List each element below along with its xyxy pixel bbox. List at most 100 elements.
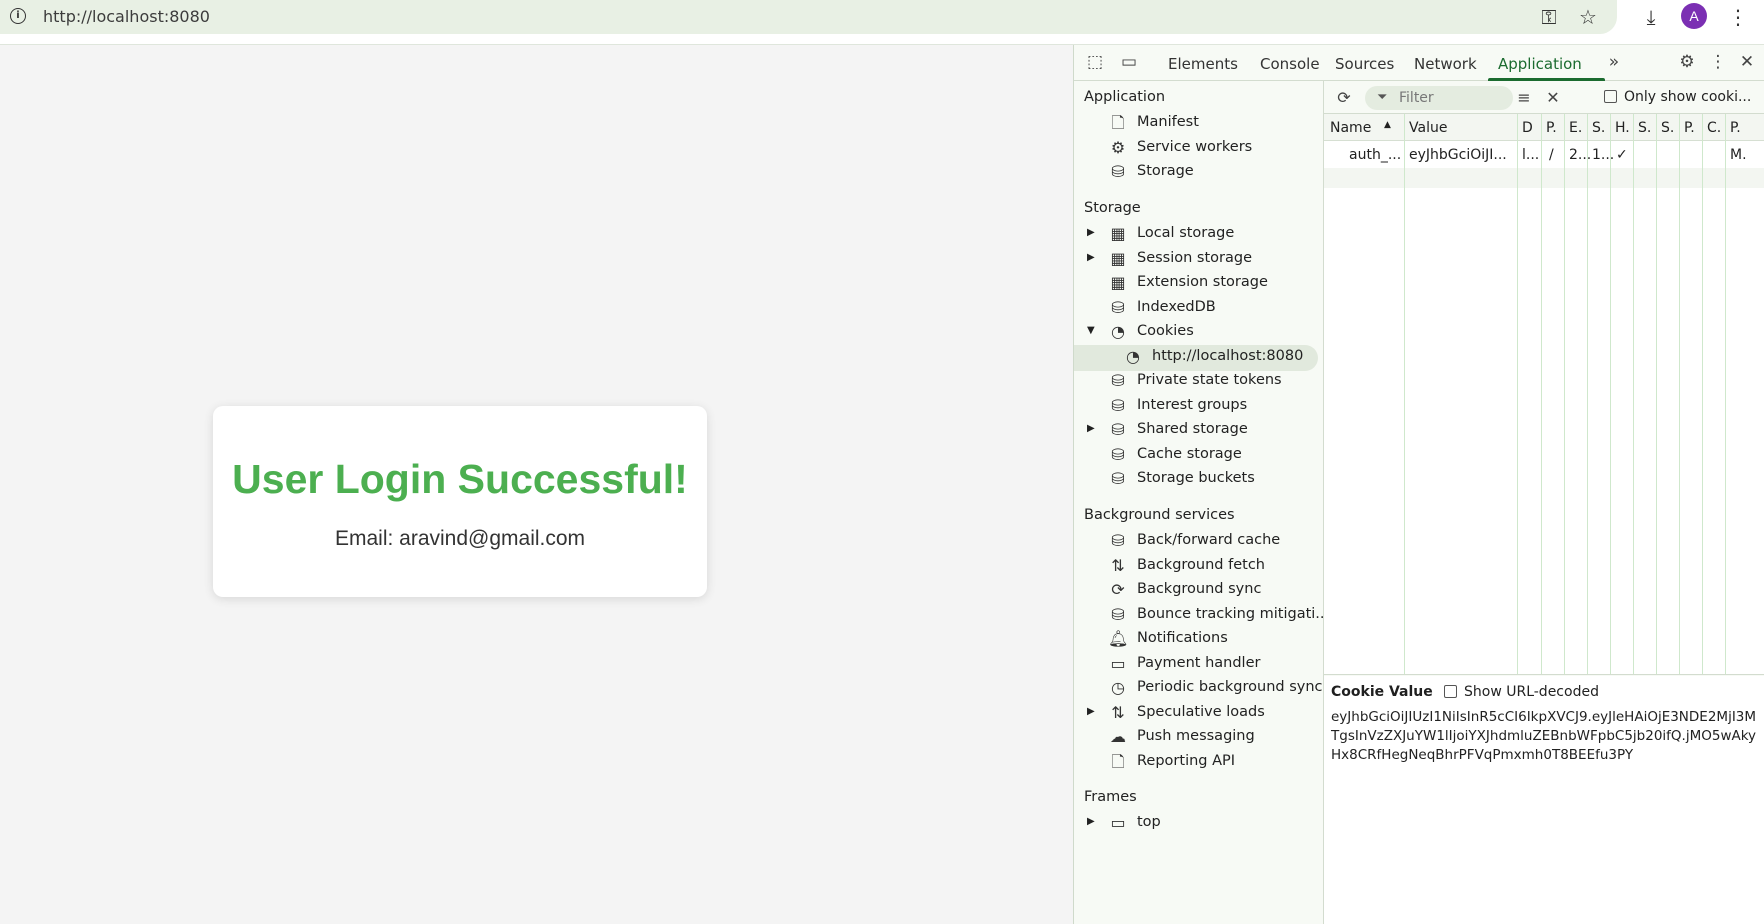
cookie-icon: ◔	[1111, 322, 1125, 341]
devtools-toolbar: ⬚ ▭ Elements Console Sources Network App…	[1074, 45, 1764, 81]
sidebar-item-session-storage[interactable]: ▶ ▦ Session storage	[1074, 247, 1323, 273]
gears-icon: ⚙	[1110, 138, 1126, 157]
cookie-value-title: Cookie Value	[1331, 684, 1433, 700]
sidebar-item-service-workers[interactable]: ⚙ Service workers	[1074, 136, 1323, 162]
show-url-decoded-checkbox[interactable]: Show URL-decoded	[1444, 684, 1599, 700]
column-header-size[interactable]: S.	[1592, 120, 1605, 136]
expand-arrow-icon[interactable]: ▶	[1087, 706, 1095, 717]
checkbox-box[interactable]	[1444, 685, 1457, 698]
tab-console[interactable]: Console	[1260, 55, 1320, 73]
sidebar-item-push-messaging[interactable]: ☁ Push messaging	[1074, 725, 1323, 751]
column-header-partition-key[interactable]: P.	[1684, 120, 1695, 136]
column-header-domain[interactable]: D	[1522, 120, 1533, 136]
sidebar-item-storage-buckets[interactable]: ⛁ Storage buckets	[1074, 467, 1323, 493]
column-header-samesite[interactable]: S.	[1661, 120, 1674, 136]
sync-icon: ⟳	[1111, 580, 1125, 599]
database-icon: ⛁	[1111, 420, 1125, 439]
expand-arrow-icon[interactable]: ▶	[1087, 423, 1095, 434]
email-text: Email: aravind@gmail.com	[334, 527, 586, 550]
sidebar-item-cookie-origin[interactable]: ◔ http://localhost:8080	[1074, 345, 1318, 371]
table-icon: ▦	[1110, 249, 1126, 268]
sidebar-item-interest-groups[interactable]: ⛁ Interest groups	[1074, 394, 1323, 420]
download-icon[interactable]: ⤓	[1637, 3, 1665, 31]
cookies-table: Name ▲ Value D P. E. S. H. S. S. P. C. P…	[1324, 114, 1764, 675]
section-background-services: Background services	[1084, 507, 1235, 523]
column-header-secure[interactable]: S.	[1638, 120, 1651, 136]
tab-sources[interactable]: Sources	[1335, 55, 1394, 73]
sidebar-item-background-sync[interactable]: ⟳ Background sync	[1074, 578, 1323, 604]
sidebar-item-shared-storage[interactable]: ▶ ⛁ Shared storage	[1074, 418, 1323, 444]
sidebar-item-frame-top[interactable]: ▶ ▭ top	[1074, 811, 1323, 837]
sidebar-item-back-forward-cache[interactable]: ⛁ Back/forward cache	[1074, 529, 1323, 555]
only-show-issues-checkbox[interactable]: Only show cooki...	[1604, 89, 1751, 105]
database-icon: ⛁	[1111, 162, 1125, 181]
sidebar-item-reporting-api[interactable]: 🗋 Reporting API	[1074, 750, 1323, 776]
column-header-name[interactable]: Name	[1330, 120, 1385, 136]
clear-all-icon[interactable]: ✕	[1541, 86, 1565, 110]
database-icon: ⛁	[1111, 298, 1125, 317]
profile-avatar[interactable]: A	[1681, 3, 1707, 29]
column-header-cross-site[interactable]: C.	[1707, 120, 1721, 136]
clear-filtered-icon[interactable]: ≡	[1512, 86, 1536, 110]
sidebar-item-private-state-tokens[interactable]: ⛁ Private state tokens	[1074, 369, 1323, 395]
expand-arrow-icon[interactable]: ▶	[1087, 816, 1095, 827]
close-devtools-icon[interactable]: ✕	[1735, 50, 1759, 74]
sidebar-item-payment-handler[interactable]: ▭ Payment handler	[1074, 652, 1323, 678]
info-icon[interactable]: i	[10, 8, 26, 24]
sort-ascending-icon[interactable]: ▲	[1384, 120, 1391, 130]
address-bar[interactable]: i http://localhost:8080 ⚿ ☆	[0, 0, 1617, 34]
sidebar-item-background-fetch[interactable]: ⇅ Background fetch	[1074, 554, 1323, 580]
table-row[interactable]: auth_... eyJhbGciOiJI... l... / 2... 1..…	[1324, 141, 1764, 168]
filter-box[interactable]: ⏷	[1365, 86, 1513, 110]
tab-network[interactable]: Network	[1414, 55, 1477, 73]
column-header-priority[interactable]: P.	[1730, 120, 1741, 136]
sidebar-item-cache-storage[interactable]: ⛁ Cache storage	[1074, 443, 1323, 469]
database-icon: ⛁	[1111, 531, 1125, 550]
checkbox-box[interactable]	[1604, 90, 1617, 103]
sidebar-item-notifications[interactable]: 🔔︎ Notifications	[1074, 627, 1323, 653]
column-divider	[1725, 114, 1726, 674]
inspect-element-icon[interactable]: ⬚	[1083, 50, 1107, 74]
device-toolbar-icon[interactable]: ▭	[1117, 50, 1141, 74]
more-tabs-icon[interactable]: »	[1602, 50, 1626, 74]
expand-arrow-icon[interactable]: ▶	[1087, 227, 1095, 238]
address-url[interactable]: http://localhost:8080	[43, 7, 210, 26]
column-header-httponly[interactable]: H.	[1615, 120, 1630, 136]
key-icon[interactable]: ⚿	[1536, 5, 1562, 29]
filter-input[interactable]	[1399, 89, 1507, 107]
sidebar-item-storage-overview[interactable]: ⛁ Storage	[1074, 160, 1323, 186]
tab-application[interactable]: Application	[1498, 55, 1582, 73]
refresh-icon[interactable]: ⟳	[1332, 86, 1356, 110]
bell-icon: 🔔︎	[1108, 629, 1129, 648]
success-heading: User Login Successful!	[232, 456, 688, 502]
column-divider	[1633, 114, 1634, 674]
sidebar-item-manifest[interactable]: 🗋 Manifest	[1074, 111, 1323, 137]
credit-card-icon: ▭	[1110, 654, 1126, 673]
sidebar-item-local-storage[interactable]: ▶ ▦ Local storage	[1074, 222, 1323, 248]
sidebar-item-indexeddb[interactable]: ⛁ IndexedDB	[1074, 296, 1323, 322]
tab-elements[interactable]: Elements	[1168, 55, 1238, 73]
column-header-path[interactable]: P.	[1546, 120, 1557, 136]
database-icon: ⛁	[1111, 371, 1125, 390]
sidebar-item-speculative-loads[interactable]: ▶ ⇅ Speculative loads	[1074, 701, 1323, 727]
devtools-menu-icon[interactable]: ⋮	[1706, 50, 1730, 74]
database-icon: ⛁	[1111, 396, 1125, 415]
cell-name: auth_...	[1349, 147, 1402, 163]
column-divider	[1656, 114, 1657, 674]
column-header-value[interactable]: Value	[1409, 120, 1509, 136]
browser-toolbar: i http://localhost:8080 ⚿ ☆ ⤓ A ⋮	[0, 0, 1764, 45]
sidebar-item-cookies[interactable]: ▼ ◔ Cookies	[1074, 320, 1323, 346]
sidebar-item-bounce-tracking[interactable]: ⛁ Bounce tracking mitigati...	[1074, 603, 1323, 629]
sidebar-item-periodic-background-sync[interactable]: ◷ Periodic background sync	[1074, 676, 1323, 702]
sidebar-item-extension-storage[interactable]: ▦ Extension storage	[1074, 271, 1323, 297]
collapse-arrow-icon[interactable]: ▼	[1087, 325, 1095, 336]
up-down-arrows-icon: ⇅	[1111, 556, 1125, 575]
star-icon[interactable]: ☆	[1575, 5, 1601, 29]
menu-kebab-icon[interactable]: ⋮	[1724, 3, 1752, 31]
application-sidebar: Application 🗋 Manifest ⚙ Service workers…	[1074, 81, 1324, 924]
expand-arrow-icon[interactable]: ▶	[1087, 252, 1095, 263]
settings-gear-icon[interactable]: ⚙	[1675, 50, 1699, 74]
cookie-value-text[interactable]: eyJhbGciOiJIUzI1NiIsInR5cCI6IkpXVCJ9.eyJ…	[1331, 708, 1763, 765]
column-divider	[1610, 114, 1611, 674]
column-header-expires[interactable]: E.	[1569, 120, 1582, 136]
